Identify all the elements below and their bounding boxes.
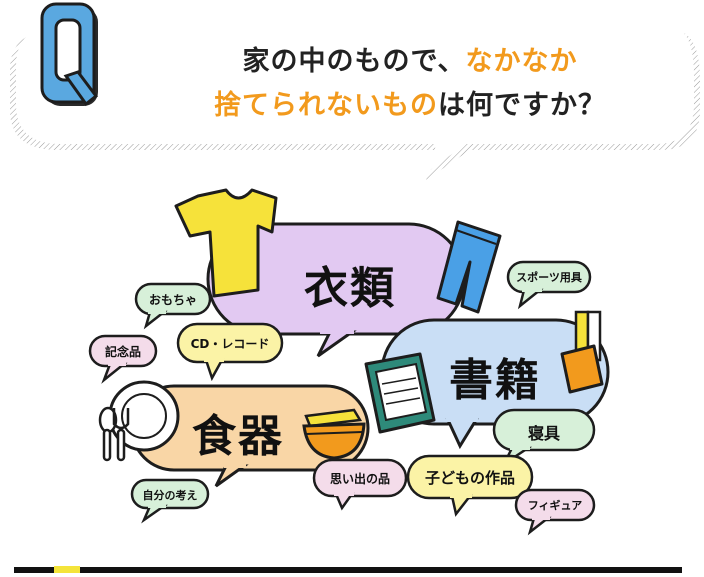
answer-marker: [54, 566, 80, 573]
label-cd-record: CD・レコード: [190, 337, 270, 351]
question-line2-orange: 捨てられないもの: [214, 90, 438, 121]
label-sports: スポーツ用具: [516, 271, 582, 284]
label-books: 書籍: [449, 355, 541, 406]
bottom-divider: [14, 567, 682, 573]
label-memories: 思い出の品: [329, 472, 390, 486]
books-icon: [364, 352, 436, 434]
label-kinenhin: 記念品: [104, 345, 141, 359]
label-omocha: おもちゃ: [148, 293, 197, 307]
label-kids-work: 子どもの作品: [424, 469, 515, 487]
question-line2-black: は何ですか？: [438, 90, 606, 121]
question-line-2: 捨てられないものは何ですか？: [150, 84, 670, 128]
question-graphic: 家の中のもので、なかなか 捨てられないものは何ですか？ 衣類 書籍 食器 おもち…: [0, 0, 704, 573]
label-own-thoughts: 自分の考え: [142, 489, 198, 502]
label-bedding: 寝具: [527, 424, 560, 443]
question-title: 家の中のもので、なかなか 捨てられないものは何ですか？: [150, 40, 670, 128]
question-line1-orange: なかなか: [465, 46, 578, 77]
label-dishes: 食器: [192, 411, 284, 462]
label-clothing: 衣類: [304, 263, 396, 314]
question-line1-black: 家の中のもので、: [242, 46, 466, 77]
label-figure: フィギュア: [527, 499, 583, 512]
jeans-icon: [436, 220, 502, 314]
question-line-1: 家の中のもので、なかなか: [150, 40, 670, 84]
q-mark: [40, 2, 99, 107]
